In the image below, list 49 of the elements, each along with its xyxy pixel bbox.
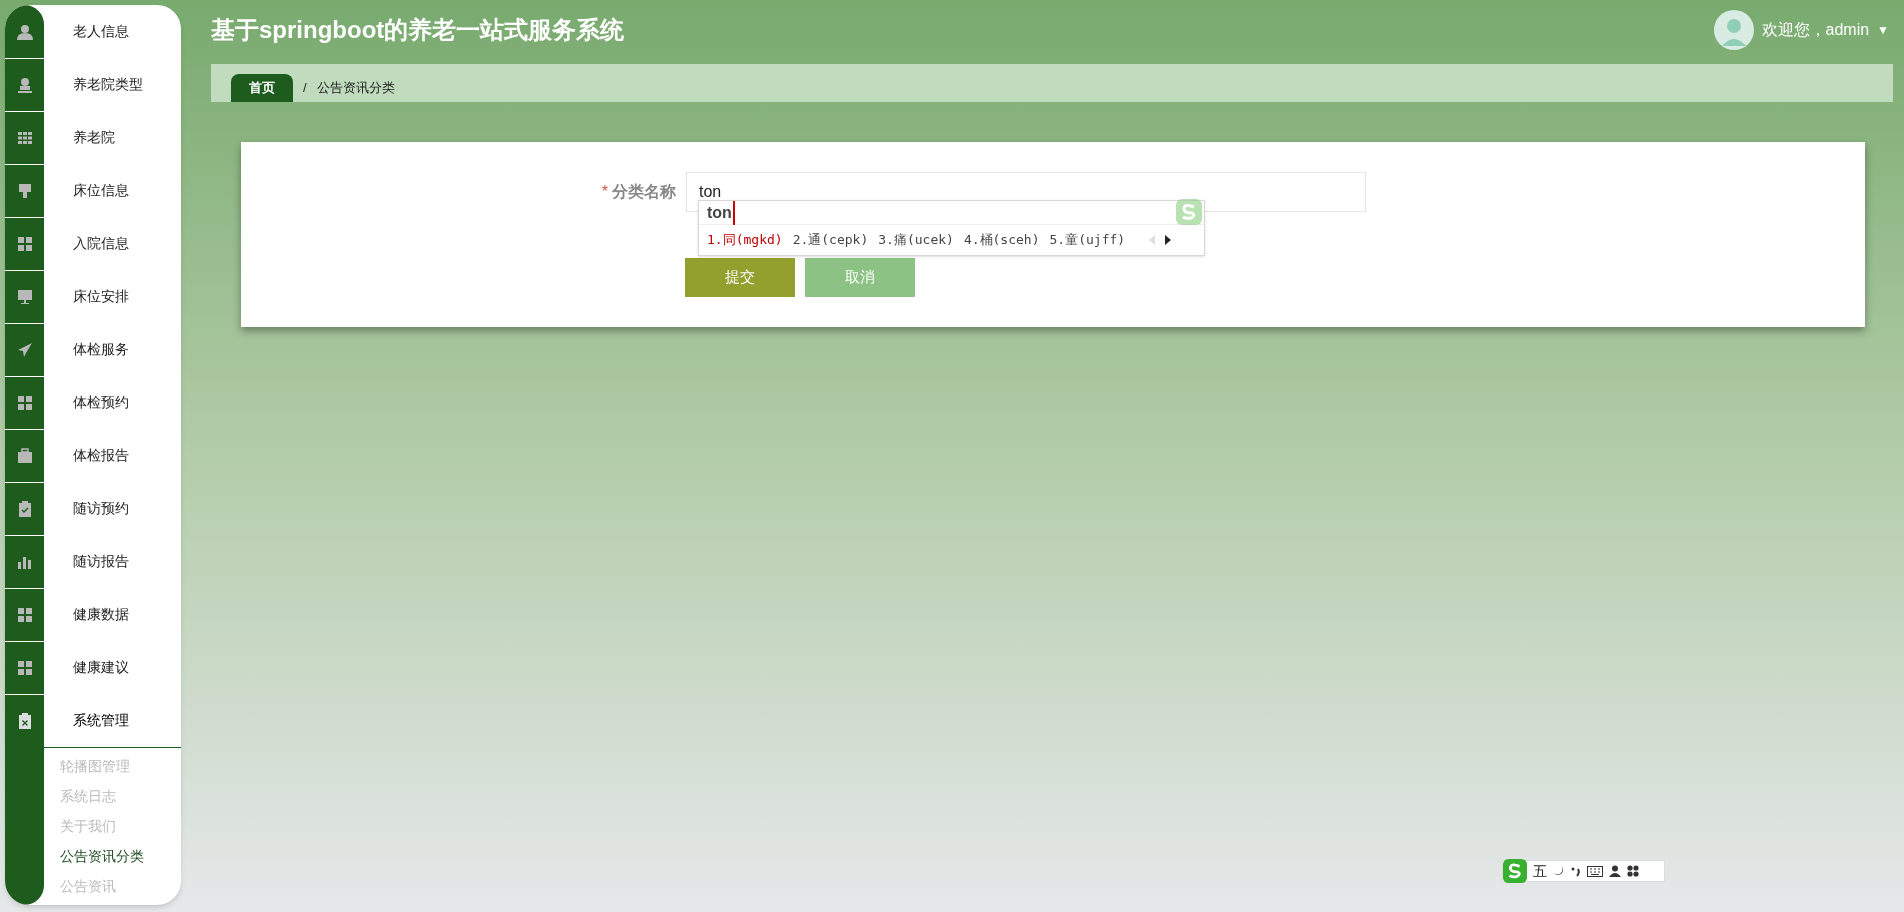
submenu-item[interactable]: 公告资讯分类 <box>44 841 181 871</box>
menu-item[interactable]: 床位信息 <box>73 180 129 201</box>
punctuation-icon[interactable] <box>1571 865 1581 877</box>
stamp-icon <box>16 77 33 93</box>
menu-item[interactable]: 随访预约 <box>73 498 129 519</box>
ime-candidate[interactable]: 2.通(cepk) <box>792 230 869 250</box>
monitor-icon <box>16 289 33 305</box>
app-title: 基于springboot的养老一站式服务系统 <box>211 15 625 45</box>
ime-candidate[interactable]: 5.童(ujff) <box>1049 230 1126 250</box>
ime-logo-icon[interactable] <box>1503 859 1527 883</box>
tiles-icon <box>16 607 33 623</box>
home-link[interactable]: 首页 <box>231 74 293 102</box>
next-page-icon[interactable] <box>1165 235 1172 245</box>
grid-icon <box>16 130 33 146</box>
menu-item[interactable]: 体检报告 <box>73 445 129 466</box>
ime-logo-icon <box>1176 199 1202 225</box>
person-icon <box>16 23 33 40</box>
field-label: 分类名称 <box>612 182 676 202</box>
user-icon[interactable] <box>1609 865 1621 877</box>
breadcrumb-separator: / <box>303 79 307 98</box>
menu-item[interactable]: 健康数据 <box>73 604 129 625</box>
menu-item[interactable]: 随访报告 <box>73 551 129 572</box>
ime-candidate[interactable]: 4.桶(sceh) <box>963 230 1040 250</box>
menu-item[interactable]: 系统管理 <box>73 710 129 731</box>
menu-item[interactable]: 体检服务 <box>73 339 129 360</box>
tiles-icon <box>16 395 33 411</box>
menu-item[interactable]: 床位安排 <box>73 286 129 307</box>
menu-item[interactable]: 养老院 <box>73 127 115 148</box>
clover-icon[interactable] <box>1627 865 1639 877</box>
briefcase-icon <box>16 448 33 464</box>
moon-icon[interactable] <box>1553 865 1565 877</box>
menu-item[interactable]: 健康建议 <box>73 657 129 678</box>
brush-icon <box>16 183 33 199</box>
menu-item[interactable]: 老人信息 <box>73 21 129 42</box>
required-mark: * <box>601 182 608 202</box>
menu-item[interactable]: 体检预约 <box>73 392 129 413</box>
tiles-icon <box>16 660 33 676</box>
avatar-icon <box>1713 10 1754 50</box>
bar-chart-icon <box>16 554 33 570</box>
ime-candidate[interactable]: 1.同(mgkd) <box>707 230 783 250</box>
paper-plane-icon <box>16 342 33 358</box>
input-mode-toggle[interactable]: 五 <box>1533 860 1547 882</box>
ime-composition: ton <box>707 200 735 225</box>
keyboard-icon[interactable] <box>1587 865 1603 877</box>
menu-item[interactable]: 养老院类型 <box>73 74 143 95</box>
menu-item[interactable]: 入院信息 <box>73 233 129 254</box>
ime-candidate[interactable]: 3.痛(ucek) <box>878 230 954 250</box>
tiles-icon <box>16 236 33 252</box>
breadcrumb-current: 公告资讯分类 <box>316 79 395 98</box>
